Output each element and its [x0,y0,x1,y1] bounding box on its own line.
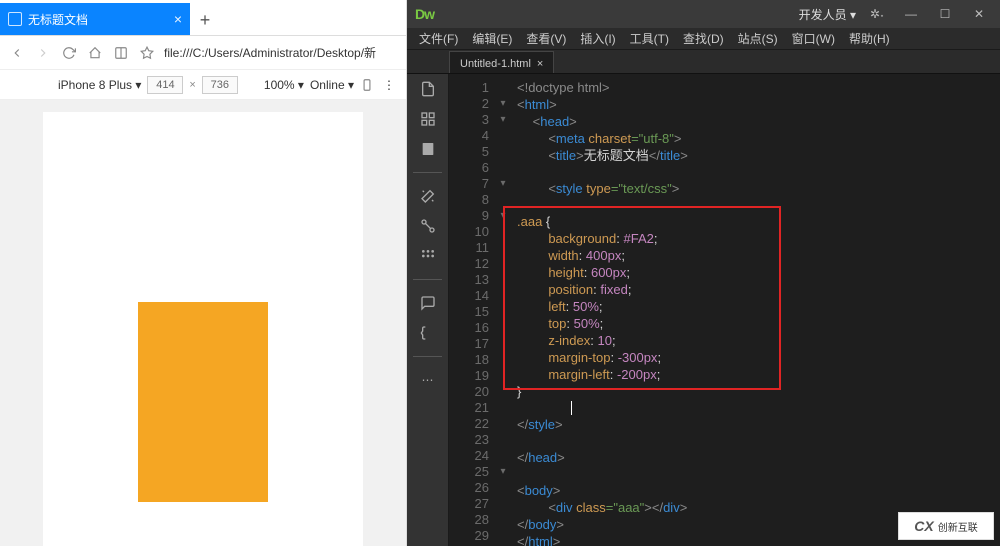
sidebar-more-icon[interactable]: ⋯ [417,369,439,391]
device-viewport [0,100,406,546]
code-area[interactable]: <!doctype html> <html> <head> <meta char… [511,74,1000,546]
code-line-1: <!doctype html> [517,80,1000,97]
address-bar: file:///C:/Users/Administrator/Desktop/新 [0,36,406,70]
browser-tab-active[interactable]: 无标题文档 × [0,3,190,35]
code-line-12: height: 600px; [517,265,1000,282]
code-line-13: position: fixed; [517,282,1000,299]
menu-help[interactable]: 帮助(H) [843,28,896,49]
dw-logo: Dw [415,6,434,22]
rendered-page [43,112,363,546]
dw-menubar: 文件(F) 编辑(E) 查看(V) 插入(I) 工具(T) 查找(D) 站点(S… [407,28,1000,50]
sidebar-bracket-icon[interactable] [417,322,439,344]
rotate-icon[interactable] [360,78,374,92]
dim-x: × [189,79,195,91]
sidebar-comment-icon[interactable] [417,292,439,314]
height-input[interactable]: 736 [202,76,238,94]
code-line-22 [517,434,1000,450]
menu-site[interactable]: 站点(S) [732,28,784,49]
code-line-7: <style type="text/css"> [517,181,1000,198]
sidebar-files-icon[interactable] [417,78,439,100]
home-button[interactable] [86,44,104,62]
file-tab-active[interactable]: Untitled-1.html × [449,51,554,73]
code-line-17: margin-top: -300px; [517,350,1000,367]
code-line-20 [517,401,1000,417]
code-line-16: z-index: 10; [517,333,1000,350]
zoom-selector[interactable]: 100% ▾ [264,78,304,92]
code-line-24 [517,467,1000,483]
code-line-8 [517,198,1000,214]
width-input[interactable]: 414 [147,76,183,94]
text-cursor [571,401,572,415]
favicon-icon [8,12,22,26]
back-button[interactable] [8,44,26,62]
close-tab-icon[interactable]: × [174,11,182,27]
dw-titlebar: Dw 开发人员 ▾ ✲˖ — ☐ ✕ [407,0,1000,28]
workspace-selector[interactable]: 开发人员 ▾ [799,6,856,23]
reader-icon[interactable] [112,44,130,62]
browser-window: 无标题文档 × + file:///C:/Users/Administrator… [0,0,407,546]
dreamweaver-window: Dw 开发人员 ▾ ✲˖ — ☐ ✕ 文件(F) 编辑(E) 查看(V) 插入(… [407,0,1000,546]
file-tab-close-icon[interactable]: × [537,58,543,70]
sidebar-grid-icon[interactable] [417,245,439,267]
code-line-10: background: #FA2; [517,231,1000,248]
code-line-18: margin-left: -200px; [517,367,1000,384]
code-line-14: left: 50%; [517,299,1000,316]
sidebar-split-icon[interactable] [417,108,439,130]
code-line-15: top: 50%; [517,316,1000,333]
settings-icon[interactable]: ✲˖ [864,4,890,24]
network-selector[interactable]: Online ▾ [310,78,354,92]
url-text[interactable]: file:///C:/Users/Administrator/Desktop/新 [164,44,398,61]
dw-file-tabs: Untitled-1.html × [407,50,1000,74]
tab-title: 无标题文档 [28,11,168,28]
bookmark-icon[interactable] [138,44,156,62]
code-line-11: width: 400px; [517,248,1000,265]
code-line-6 [517,165,1000,181]
maximize-button[interactable]: ☐ [932,4,958,24]
sidebar-separator [413,172,442,173]
menu-find[interactable]: 查找(D) [677,28,730,49]
menu-file[interactable]: 文件(F) [413,28,464,49]
fold-gutter: ▾▾▾▾▾ [495,74,511,546]
line-gutter: 1234567891011121314151617181920212223242… [449,74,495,546]
code-line-3: <head> [517,114,1000,131]
sidebar-page-icon[interactable] [417,138,439,160]
more-icon[interactable]: ⋮ [380,78,398,92]
new-tab-button[interactable]: + [190,5,220,35]
watermark: CX 创新互联 [898,512,994,540]
minimize-button[interactable]: — [898,4,924,24]
code-line-23: </head> [517,450,1000,467]
code-line-21: </style> [517,417,1000,434]
code-line-19: } [517,384,1000,401]
devtools-device-bar: iPhone 8 Plus ▾ 414 × 736 100% ▾ Online … [0,70,406,100]
code-editor[interactable]: 1234567891011121314151617181920212223242… [449,74,1000,546]
sidebar-separator-3 [413,356,442,357]
menu-window[interactable]: 窗口(W) [786,28,841,49]
sidebar-link-icon[interactable] [417,215,439,237]
sidebar-separator-2 [413,279,442,280]
orange-box [138,302,268,502]
menu-insert[interactable]: 插入(I) [574,28,621,49]
reload-button[interactable] [60,44,78,62]
dw-body: ⋯ 12345678910111213141516171819202122232… [407,74,1000,546]
code-line-4: <meta charset="utf-8"> [517,131,1000,148]
watermark-logo: CX [914,518,933,534]
device-selector[interactable]: iPhone 8 Plus ▾ [58,78,141,92]
code-line-5: <title>无标题文档</title> [517,148,1000,165]
sidebar-wand-icon[interactable] [417,185,439,207]
browser-tabbar: 无标题文档 × + [0,0,406,36]
code-line-2: <html> [517,97,1000,114]
code-line-25: <body> [517,483,1000,500]
close-button[interactable]: ✕ [966,4,992,24]
menu-view[interactable]: 查看(V) [520,28,572,49]
menu-tools[interactable]: 工具(T) [624,28,675,49]
dw-sidebar: ⋯ [407,74,449,546]
code-line-9: .aaa { [517,214,1000,231]
forward-button[interactable] [34,44,52,62]
watermark-text: 创新互联 [938,519,978,534]
file-tab-label: Untitled-1.html [460,58,531,70]
menu-edit[interactable]: 编辑(E) [466,28,518,49]
